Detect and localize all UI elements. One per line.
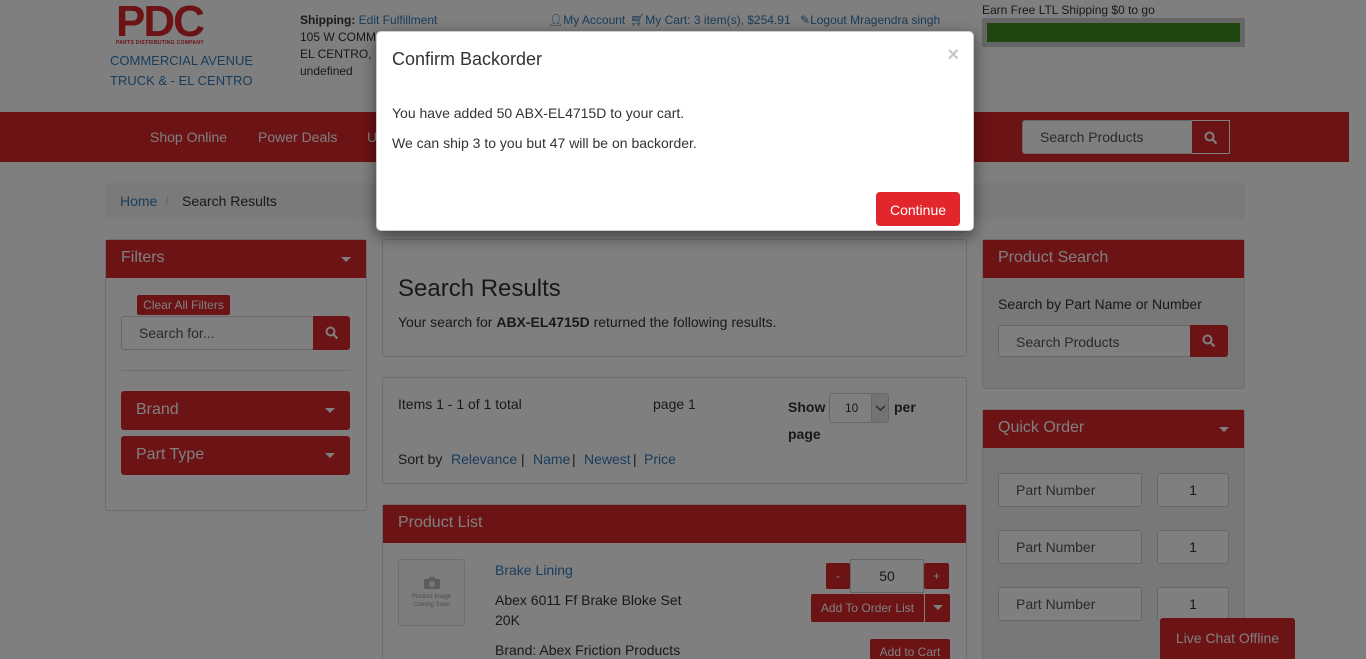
modal-message-line1: You have added 50 ABX-EL4715D to your ca… bbox=[392, 105, 685, 121]
confirm-backorder-modal: Confirm Backorder × You have added 50 AB… bbox=[376, 31, 974, 231]
close-icon[interactable]: × bbox=[947, 44, 959, 67]
modal-message-line2: We can ship 3 to you but 47 will be on b… bbox=[392, 135, 697, 151]
continue-button[interactable]: Continue bbox=[876, 192, 960, 226]
modal-title: Confirm Backorder bbox=[392, 49, 543, 69]
